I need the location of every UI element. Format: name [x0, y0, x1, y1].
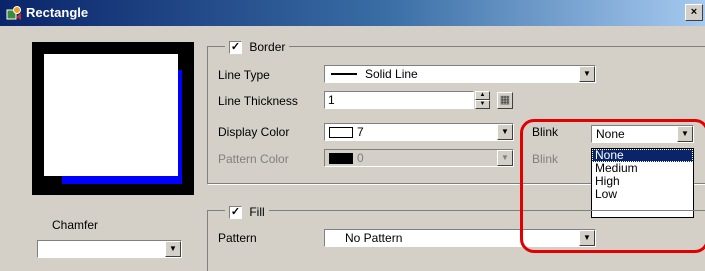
line-thickness-spinner[interactable]: ▲ ▼ [475, 91, 490, 109]
fill-group-caption: ✓ Fill [225, 204, 269, 220]
pattern-label: Pattern [218, 231, 257, 245]
pattern-color-value: 0 [357, 151, 364, 165]
shape-preview [32, 42, 194, 195]
display-color-select[interactable]: 7 ▼ [324, 123, 514, 141]
line-thickness-label: Line Thickness [218, 94, 298, 108]
chamfer-select[interactable]: ▼ [37, 240, 182, 258]
fill-label: Fill [249, 205, 265, 219]
border-label: Border [249, 40, 286, 54]
fill-checkbox[interactable]: ✓ [229, 206, 242, 220]
chamfer-label: Chamfer [52, 218, 99, 232]
pattern-color-select: 0 ▼ [324, 149, 514, 167]
title-bar: Rectangle × [0, 0, 705, 26]
border-checkbox[interactable]: ✓ [229, 41, 242, 55]
display-color-label: Display Color [218, 125, 290, 139]
pattern-color-label: Pattern Color [218, 152, 289, 166]
close-button[interactable]: × [685, 4, 703, 21]
solid-line-icon [331, 73, 357, 75]
line-type-value: Solid Line [365, 67, 418, 81]
keypad-icon[interactable]: ▦ [497, 92, 513, 109]
line-type-label: Line Type [218, 68, 270, 82]
spin-up-icon[interactable]: ▲ [475, 91, 490, 100]
chamfer-dropdown-button[interactable]: ▼ [165, 241, 181, 257]
preview-fill [44, 54, 178, 176]
rectangle-tool-icon [6, 6, 21, 20]
annotation-highlight [520, 119, 705, 253]
pattern-value: No Pattern [345, 231, 403, 245]
color-swatch-icon [329, 127, 353, 138]
line-thickness-input[interactable]: 1 [324, 91, 474, 109]
line-type-dropdown-button[interactable]: ▼ [579, 66, 595, 82]
window-title: Rectangle [26, 5, 89, 20]
pattern-color-dropdown-button: ▼ [497, 150, 513, 166]
display-color-dropdown-button[interactable]: ▼ [497, 124, 513, 140]
border-group-caption: ✓ Border [225, 39, 290, 55]
line-type-select[interactable]: Solid Line ▼ [324, 65, 596, 83]
display-color-value: 7 [357, 125, 364, 139]
spin-down-icon[interactable]: ▼ [475, 100, 490, 109]
color-swatch-icon [329, 153, 353, 164]
